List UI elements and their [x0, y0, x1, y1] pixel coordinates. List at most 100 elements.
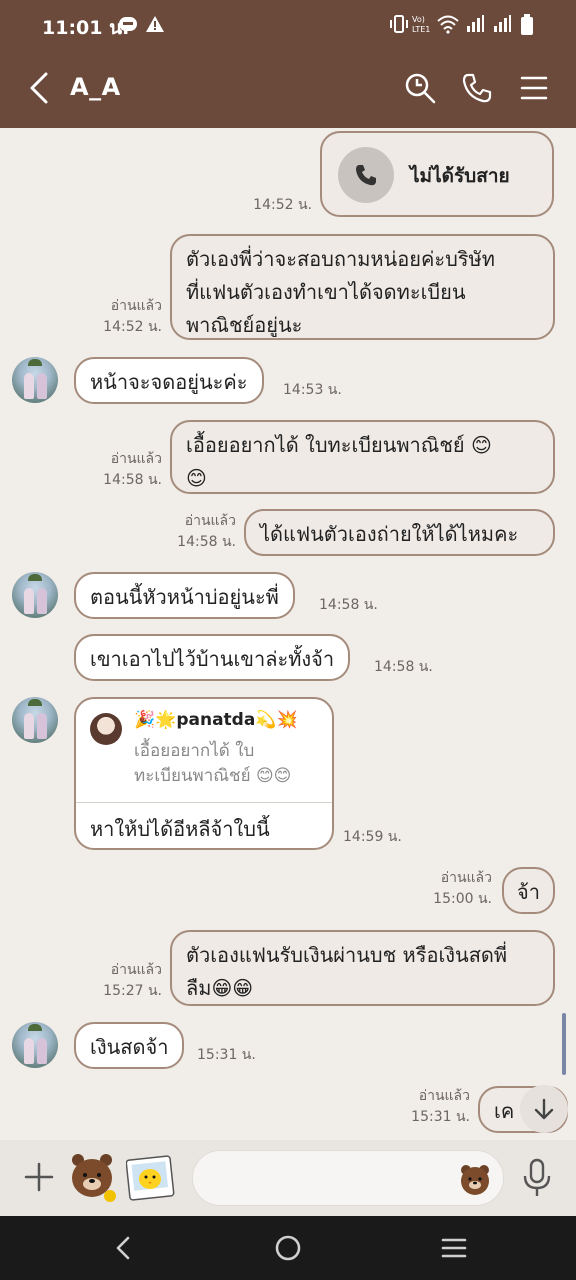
- message-bubble-incoming[interactable]: เงินสดจ้า: [74, 1022, 185, 1069]
- message-meta: อ่านแล้ว 15:00 น.: [390, 868, 492, 910]
- message-time: 14:58 น.: [177, 534, 236, 550]
- scrollbar[interactable]: [562, 1013, 566, 1075]
- message-bubble-incoming[interactable]: เขาเอาไปไว้บ้านเขาล่ะทั้งจ้า: [74, 634, 351, 681]
- avatar[interactable]: [12, 697, 58, 743]
- read-receipt: อ่านแล้ว: [184, 513, 236, 529]
- search-icon[interactable]: [404, 72, 436, 104]
- message-bubble-outgoing[interactable]: จ้า: [502, 867, 555, 914]
- wifi-icon: [437, 15, 459, 34]
- avatar[interactable]: [12, 572, 58, 618]
- plus-icon[interactable]: [24, 1162, 54, 1192]
- vibrate-icon: [390, 15, 408, 33]
- svg-text:Vo): Vo): [412, 15, 425, 24]
- read-receipt: อ่านแล้ว: [440, 870, 492, 886]
- chat-title: A_A: [70, 73, 121, 101]
- message-text: เงินสดจ้า: [90, 1035, 169, 1059]
- avatar[interactable]: [12, 1022, 58, 1068]
- signal-icon-2: [494, 15, 511, 32]
- message-input[interactable]: [192, 1150, 504, 1206]
- svg-text:LTE1: LTE1: [412, 25, 430, 34]
- nav-home-icon[interactable]: [274, 1234, 302, 1262]
- message-text: หน้าจะจดอยู่นะค่ะ: [90, 370, 248, 394]
- message-text: ตัวเองพี่ว่าจะสอบถามหน่อยค่ะบริษัท: [186, 247, 495, 271]
- message-time: 15:27 น.: [103, 983, 162, 999]
- message-bubble-outgoing[interactable]: ได้แฟนตัวเองถ่ายให้ได้ไหมคะ: [244, 509, 555, 556]
- message-time: 15:31 น.: [197, 1047, 256, 1063]
- system-nav-bar: [0, 1216, 576, 1280]
- message-text: ตอนนี้หัวหน้าบ่อยู่นะพี่: [90, 585, 279, 609]
- message-meta: อ่านแล้ว 14:52 น.: [60, 296, 162, 338]
- message-meta: อ่านแล้ว 15:31 น.: [364, 1086, 470, 1128]
- message-meta: 14:58 น.: [319, 595, 378, 616]
- read-receipt: อ่านแล้ว: [110, 298, 162, 314]
- read-receipt: อ่านแล้ว: [110, 962, 162, 978]
- message-input-bar: [0, 1140, 576, 1216]
- status-bar: 11:01 น. Vo) LTE1: [0, 0, 576, 48]
- message-time: 14:58 น.: [319, 597, 378, 613]
- nav-recents-icon[interactable]: [440, 1234, 468, 1262]
- nav-back-icon[interactable]: [112, 1234, 136, 1262]
- emoji-sticker-icon[interactable]: [457, 1161, 493, 1197]
- microphone-icon[interactable]: [521, 1158, 553, 1198]
- message-text: เอื้อยอยากได้ ใบทะเบียนพาณิชย์ 😊: [186, 433, 492, 457]
- signal-icon: [467, 15, 484, 32]
- message-text: ที่แฟนตัวเองทำเขาได้จดทะเบียน: [186, 280, 466, 304]
- line-app-icon: [119, 17, 137, 31]
- phone-icon: [356, 165, 376, 186]
- message-text: ได้แฟนตัวเองถ่ายให้ได้ไหมคะ: [260, 522, 519, 546]
- message-text: เขาเอาไปไว้บ้านเขาล่ะทั้งจ้า: [90, 647, 335, 671]
- sally-sticker-icon[interactable]: [126, 1154, 176, 1202]
- read-receipt: อ่านแล้ว: [110, 451, 162, 467]
- message-meta: 15:31 น.: [197, 1045, 256, 1066]
- message-meta: 14:59 น.: [343, 827, 402, 848]
- brown-bear-sticker-icon[interactable]: [64, 1150, 120, 1206]
- message-meta: อ่านแล้ว 14:58 น.: [60, 449, 162, 491]
- avatar[interactable]: [12, 357, 58, 403]
- battery-icon: [521, 14, 533, 35]
- message-meta: 14:53 น.: [283, 380, 342, 401]
- message-text: ตัวเองแฟนรับเงินผ่านบช หรือเงินสดพี่: [186, 943, 508, 967]
- message-time: 15:00 น.: [433, 891, 492, 907]
- message-bubble-outgoing[interactable]: ตัวเองแฟนรับเงินผ่านบช หรือเงินสดพี่ ลืม…: [170, 930, 555, 1006]
- message-time: 15:31 น.: [411, 1109, 470, 1125]
- message-time: 14:58 น.: [103, 472, 162, 488]
- status-time: 11:01 น.: [42, 17, 130, 39]
- message-meta: อ่านแล้ว 15:27 น.: [60, 960, 162, 1002]
- message-time: 14:59 น.: [343, 829, 402, 845]
- reply-quote: เอื้อยอยากได้ ใบ: [134, 741, 255, 761]
- message-meta: 14:58 น.: [374, 657, 433, 678]
- message-text: ลืม😁😁: [186, 976, 254, 1000]
- message-text: 😊: [186, 466, 207, 490]
- reply-message-bubble[interactable]: 🎉🌟panatda💫💥 เอื้อยอยากได้ ใบ ทะเบียนพาณิ…: [74, 697, 334, 850]
- missed-call-card[interactable]: ไม่ได้รับสาย: [320, 131, 554, 217]
- message-time: 14:58 น.: [374, 659, 433, 675]
- back-arrow-icon[interactable]: [26, 70, 54, 106]
- volte-icon: Vo)LTE1: [412, 15, 430, 34]
- phone-circle: [338, 147, 394, 203]
- message-meta: 14:52 น.: [200, 195, 312, 216]
- message-text: เค: [494, 1099, 515, 1123]
- missed-call-label: ไม่ได้รับสาย: [410, 165, 510, 187]
- message-bubble-incoming[interactable]: ตอนนี้หัวหน้าบ่อยู่นะพี่: [74, 572, 295, 619]
- read-receipt: อ่านแล้ว: [418, 1088, 470, 1104]
- message-time: 14:53 น.: [283, 382, 342, 398]
- message-meta: อ่านแล้ว 14:58 น.: [130, 511, 236, 553]
- message-text: พาณิชย์อยู่นะ: [186, 313, 303, 337]
- message-bubble-outgoing[interactable]: เอื้อยอยากได้ ใบทะเบียนพาณิชย์ 😊 😊: [170, 420, 555, 494]
- reply-quote: ทะเบียนพาณิชย์ 😊😊: [134, 766, 292, 786]
- message-text: จ้า: [517, 880, 540, 904]
- message-time: 14:52 น.: [253, 197, 312, 213]
- arrow-down-icon: [534, 1098, 554, 1120]
- reply-divider: [76, 802, 332, 803]
- message-bubble-incoming[interactable]: หน้าจะจดอยู่นะค่ะ: [74, 357, 264, 404]
- phone-icon[interactable]: [461, 72, 493, 104]
- warning-icon: [146, 16, 164, 32]
- message-text: หาให้บ่ได้อีหลีจ้าใบนี้: [90, 817, 270, 841]
- reply-sender-name: 🎉🌟panatda💫💥: [134, 710, 298, 730]
- menu-icon[interactable]: [518, 72, 550, 104]
- chat-header: A_A: [0, 48, 576, 128]
- message-bubble-outgoing[interactable]: ตัวเองพี่ว่าจะสอบถามหน่อยค่ะบริษัท ที่แฟ…: [170, 234, 555, 340]
- message-time: 14:52 น.: [103, 319, 162, 335]
- scroll-to-bottom-button[interactable]: [520, 1085, 568, 1133]
- reply-avatar: [90, 713, 122, 745]
